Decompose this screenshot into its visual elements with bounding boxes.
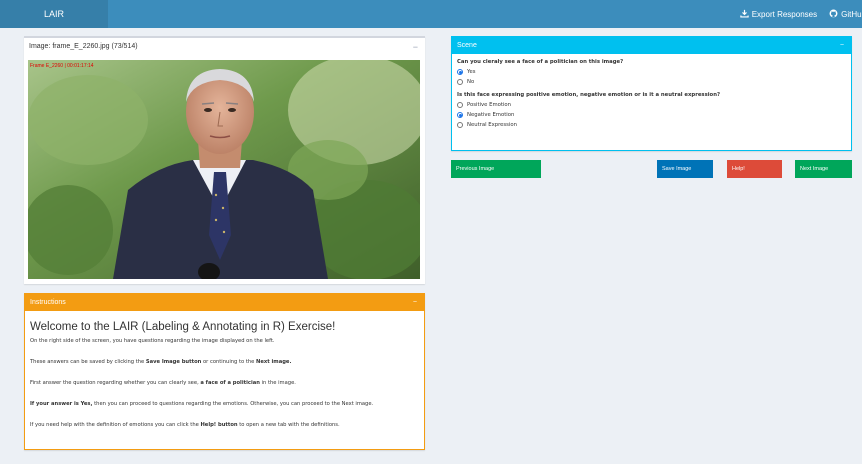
image-panel-title: Image: frame_E_2260.jpg (73/514) (29, 43, 138, 50)
download-icon (740, 9, 749, 20)
instructions-title: Instructions (30, 299, 66, 306)
question-face-visible: Can you cleraly see a face of a politici… (457, 59, 624, 65)
scene-body: Can you cleraly see a face of a politici… (452, 54, 851, 136)
radio-option-yes[interactable]: Yes (457, 68, 846, 75)
save-image-button[interactable]: Save Image (657, 160, 713, 178)
export-responses-link[interactable]: Export Responses (740, 9, 817, 20)
instruction-paragraph-1: On the right side of the screen, you hav… (30, 338, 275, 344)
frame-image: Frame E_2260 | 00:01:17:14 (28, 60, 420, 279)
instruction-paragraph-4: If your answer is Yes, then you can proc… (30, 401, 374, 407)
instruction-paragraph-5: If you need help with the definition of … (30, 422, 340, 428)
minimize-icon[interactable]: − (840, 42, 844, 49)
github-label: GitHub (841, 9, 862, 19)
scene-title: Scene (457, 42, 477, 49)
instructions-panel: Instructions − Welcome to the LAIR (Labe… (24, 293, 425, 450)
instruction-paragraph-2: These answers can be saved by clicking t… (30, 359, 292, 365)
radio-button[interactable] (457, 111, 463, 118)
radio-option-positive[interactable]: Positive Emotion (457, 101, 846, 108)
radio-option-no[interactable]: No (457, 78, 846, 85)
instructions-body: Welcome to the LAIR (Labeling & Annotati… (25, 311, 424, 429)
radio-label: Neutral Expression (467, 121, 517, 128)
next-image-button[interactable]: Next Image (795, 160, 852, 178)
previous-image-button[interactable]: Previous Image (451, 160, 541, 178)
politician-photo (28, 60, 420, 279)
radio-option-negative[interactable]: Negative Emotion (457, 111, 846, 118)
github-icon (829, 9, 838, 20)
navbar-right-menu: Export Responses GitHub (740, 0, 862, 28)
welcome-heading: Welcome to the LAIR (Labeling & Annotati… (30, 321, 336, 333)
export-responses-label: Export Responses (751, 9, 818, 19)
minimize-icon[interactable]: − (413, 42, 418, 52)
radio-label: Negative Emotion (467, 111, 515, 118)
instructions-header: Instructions − (25, 294, 424, 311)
scene-header: Scene − (452, 37, 851, 54)
image-panel-header: Image: frame_E_2260.jpg (73/514) − (24, 38, 425, 55)
minimize-icon[interactable]: − (413, 299, 417, 306)
radio-label: No (467, 78, 475, 85)
help-button[interactable]: Help! (727, 160, 782, 178)
radio-label: Yes (467, 68, 476, 75)
instruction-paragraph-3: First answer the question regarding whet… (30, 380, 296, 386)
radio-option-neutral[interactable]: Neutral Expression (457, 121, 846, 128)
image-panel: Image: frame_E_2260.jpg (73/514) − Frame… (24, 36, 425, 284)
app-logo[interactable]: LAIR (0, 0, 108, 28)
frame-timestamp-overlay: Frame E_2260 | 00:01:17:14 (30, 63, 94, 69)
radio-button[interactable] (457, 101, 463, 108)
radio-button[interactable] (457, 78, 463, 85)
github-link[interactable]: GitHub (829, 9, 862, 20)
top-navbar: LAIR Export Responses GitHub (0, 0, 862, 28)
radio-button[interactable] (457, 68, 463, 75)
radio-button[interactable] (457, 121, 463, 128)
radio-label: Positive Emotion (467, 101, 511, 108)
question-emotion: Is this face expressing positive emotion… (457, 92, 721, 98)
scene-panel: Scene − Can you cleraly see a face of a … (451, 36, 852, 151)
